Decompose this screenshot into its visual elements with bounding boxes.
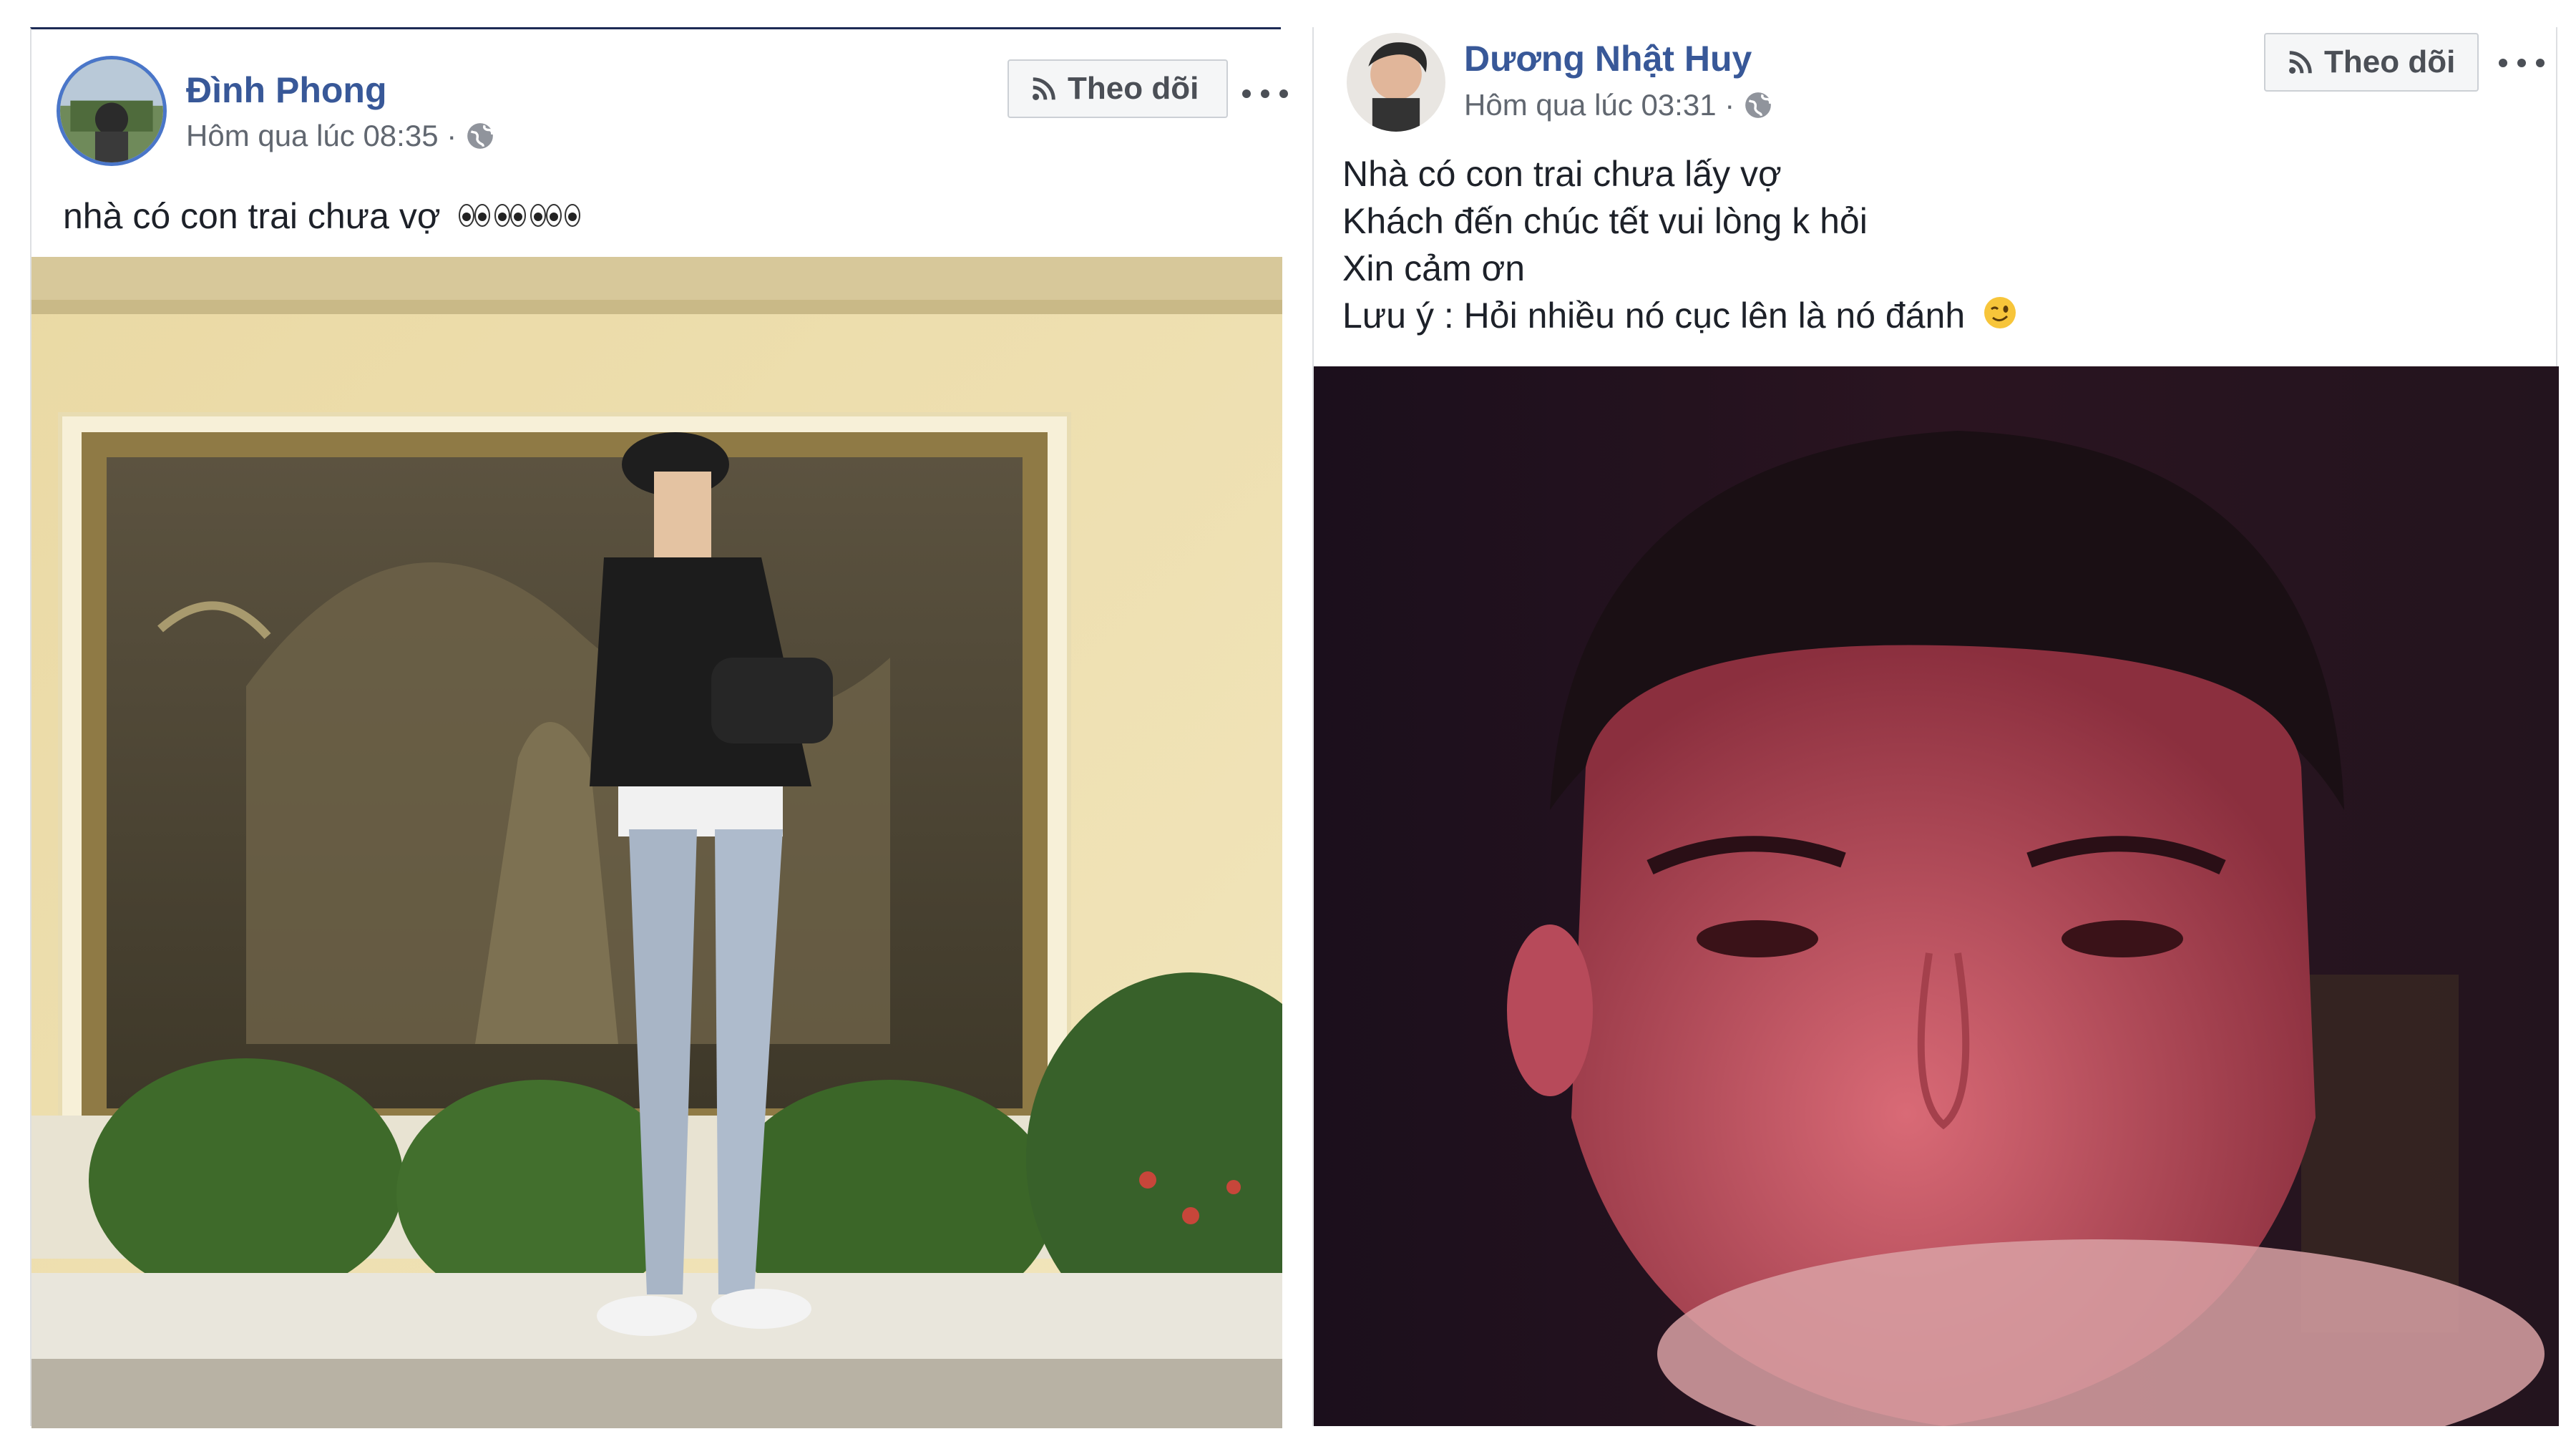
timestamp[interactable]: Hôm qua lúc 08:35 · (186, 118, 457, 154)
follow-label: Theo dõi (1068, 71, 1199, 106)
follow-button[interactable]: Theo dõi (2264, 33, 2479, 92)
author-name[interactable]: Dương Nhật Huy (1464, 38, 1752, 79)
post-text: nhà có con trai chưa vợ (63, 192, 587, 243)
eyes-emoji (458, 195, 587, 243)
avatar[interactable] (1347, 33, 1445, 132)
post-text: Nhà có con trai chưa lấy vợ Khách đến ch… (1342, 150, 2018, 342)
avatar[interactable] (60, 59, 163, 162)
post-text-line: nhà có con trai chưa vợ (63, 192, 587, 243)
post-photo[interactable] (1314, 366, 2559, 1426)
winking-face-emoji (1982, 295, 2018, 342)
post-text-line: Nhà có con trai chưa lấy vợ (1342, 154, 1782, 194)
more-options-icon[interactable] (2499, 49, 2545, 77)
timestamp[interactable]: Hôm qua lúc 03:31 · (1464, 87, 1735, 123)
post-text-line-with-emoji: Lưu ý : Hỏi nhiều nó cục lên là nó đánh (1342, 292, 2018, 342)
more-options-icon[interactable] (1242, 79, 1288, 108)
follow-button[interactable]: Theo dõi (1008, 59, 1228, 118)
post-meta: Hôm qua lúc 03:31 · (1464, 87, 1773, 123)
author-name[interactable]: Đình Phong (186, 69, 387, 111)
post-text-content: nhà có con trai chưa vợ (63, 196, 441, 236)
post-text-line: Xin cảm ơn (1342, 248, 1526, 288)
rss-icon (1030, 75, 1058, 102)
post-card-left: Đình Phong Hôm qua lúc 08:35 · Theo dõi … (30, 27, 1288, 1428)
post-card-right: Dương Nhật Huy Hôm qua lúc 03:31 · Theo … (1312, 27, 2559, 1426)
post-text-line: Khách đến chúc tết vui lòng k hỏi (1342, 201, 1868, 241)
post-text-content: Lưu ý : Hỏi nhiều nó cục lên là nó đánh (1342, 296, 1966, 336)
globe-icon[interactable] (1743, 90, 1773, 120)
post-photo[interactable] (31, 257, 1282, 1428)
follow-label: Theo dõi (2324, 44, 2456, 79)
post-meta: Hôm qua lúc 08:35 · (186, 118, 495, 154)
rss-icon (2287, 49, 2314, 76)
globe-icon[interactable] (465, 121, 495, 151)
